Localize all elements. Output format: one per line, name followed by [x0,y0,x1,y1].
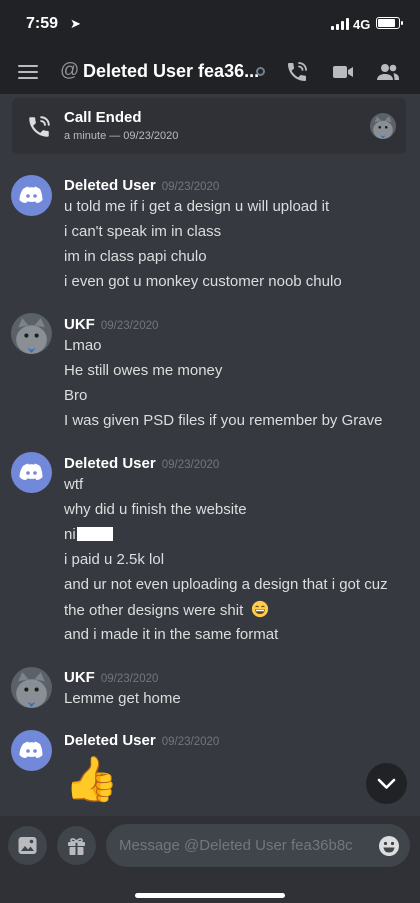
message-line[interactable]: i even got u monkey customer noob chulo [64,273,342,290]
members-icon[interactable] [376,60,400,84]
message-group: UKF 09/23/2020 Lemme get home [0,664,420,712]
author-name[interactable]: Deleted User [64,455,156,472]
message-author[interactable]: UKF 09/23/2020 [64,669,158,686]
signal-strength-icon [331,18,349,30]
call-participant-avatar [370,113,396,139]
network-type: 4G [353,17,371,32]
message-line[interactable]: i paid u 2.5k lol [64,551,164,568]
channel-header: @ Deleted User fea36... [0,50,420,94]
home-indicator [135,893,285,898]
message-line[interactable]: and i made it in the same format [64,626,278,643]
cat-avatar-icon [11,313,52,354]
author-name[interactable]: Deleted User [64,732,156,749]
call-ended-meta: a minute — 09/23/2020 [64,130,179,142]
battery-icon [376,17,403,29]
discord-avatar[interactable] [11,175,52,216]
message-line[interactable]: and ur not even uploading a design that … [64,576,388,593]
message-author[interactable]: Deleted User 09/23/2020 [64,177,219,194]
message-line[interactable]: wtf [64,476,83,493]
menu-icon[interactable] [18,64,38,80]
message-line[interactable]: i can't speak im in class [64,223,221,240]
message-group: Deleted User 09/23/2020 u told me if i ge… [0,170,420,298]
call-icon[interactable] [285,60,309,84]
ukf-avatar[interactable] [11,313,52,354]
cat-avatar-icon [11,667,52,708]
message-line[interactable]: Lemme get home [64,690,181,707]
jump-to-present-button[interactable] [366,763,407,804]
offline-status-icon [256,67,265,76]
discord-logo-icon [19,741,43,758]
message-author[interactable]: Deleted User 09/23/2020 [64,455,219,472]
discord-avatar[interactable] [11,730,52,771]
grinning-emoji-icon [252,600,269,618]
message-text: the other designs were shit [64,602,244,619]
emoji-icon[interactable] [378,835,400,857]
message-line[interactable]: u told me if i get a design u will uploa… [64,198,329,215]
ukf-avatar[interactable] [11,667,52,708]
message-line[interactable]: ni [64,526,113,543]
gift-button[interactable] [57,826,96,865]
message-group: Deleted User 09/23/2020 👍 [0,726,420,812]
message-line[interactable]: the other designs were shit [64,600,269,619]
message-timestamp: 09/23/2020 [100,673,159,685]
author-name[interactable]: UKF [64,316,95,333]
author-name[interactable]: UKF [64,669,95,686]
location-arrow-icon: ➤ [70,16,81,31]
message-line[interactable]: im in class papi chulo [64,248,207,265]
message-timestamp: 09/23/2020 [161,459,220,471]
status-bar: 7:59 ➤ 4G [0,0,420,50]
message-input[interactable] [106,824,410,867]
message-line[interactable]: why did u finish the website [64,501,247,518]
call-ended-title: Call Ended [64,109,142,126]
message-line[interactable]: Bro [64,387,87,404]
at-icon: @ [60,60,80,81]
chevron-down-icon [377,778,396,789]
discord-logo-icon [19,186,43,203]
redaction-box [76,527,113,541]
message-timestamp: 09/23/2020 [161,736,220,748]
call-ended-card[interactable]: Call Ended a minute — 09/23/2020 [12,98,406,154]
upload-image-button[interactable] [8,826,47,865]
call-ended-icon [29,116,50,137]
message-author[interactable]: Deleted User 09/23/2020 [64,732,219,749]
message-line[interactable]: He still owes me money [64,362,222,379]
thumbs-up-emoji[interactable]: 👍 [64,754,119,806]
discord-logo-icon [19,463,43,480]
message-composer [0,816,420,903]
message-line[interactable]: Lmao [64,337,102,354]
message-timestamp: 09/23/2020 [100,320,159,332]
image-icon [18,837,37,854]
message-group: Deleted User 09/23/2020 wtf why did u fin… [0,448,420,648]
message-line[interactable]: I was given PSD files if you remember by… [64,412,382,429]
author-name[interactable]: Deleted User [64,177,156,194]
status-time: 7:59 [26,15,59,32]
discord-avatar[interactable] [11,452,52,493]
message-text: ni [64,526,76,543]
message-group: UKF 09/23/2020 Lmao He still owes me mone… [0,310,420,436]
message-timestamp: 09/23/2020 [161,181,220,193]
message-author[interactable]: UKF 09/23/2020 [64,316,158,333]
video-icon[interactable] [331,60,355,84]
channel-title[interactable]: Deleted User fea36... [83,61,259,82]
gift-icon [68,838,85,855]
